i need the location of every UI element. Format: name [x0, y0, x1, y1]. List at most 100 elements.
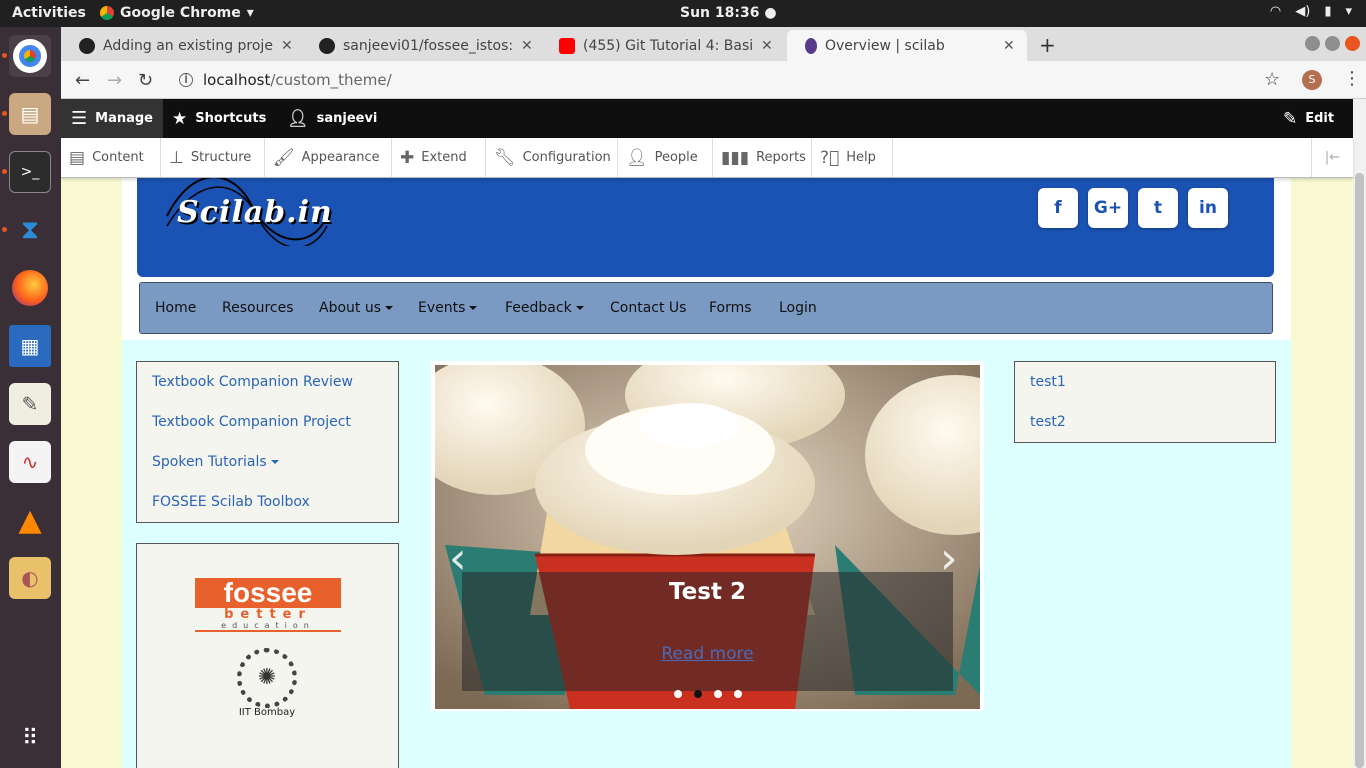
shortcuts-button[interactable]: ★ Shortcuts — [162, 99, 276, 138]
page-scrollbar[interactable] — [1353, 99, 1366, 768]
link-fossee-scilab-toolbox[interactable]: FOSSEE Scilab Toolbox — [152, 494, 310, 510]
tab-title: (455) Git Tutorial 4: Basic G — [583, 37, 753, 54]
carousel-indicator-active[interactable] — [694, 690, 702, 698]
edit-label: Edit — [1305, 111, 1335, 126]
carousel-indicator[interactable] — [734, 690, 742, 698]
writer-icon[interactable]: ▦ — [9, 325, 51, 367]
close-icon[interactable]: ✕ — [521, 38, 533, 54]
document-viewer-icon[interactable]: ∿ — [9, 441, 51, 483]
youtube-icon — [559, 37, 575, 54]
scrollbar-thumb[interactable] — [1355, 173, 1364, 768]
linkedin-icon[interactable]: in — [1188, 188, 1228, 228]
nav-events[interactable]: Events — [418, 300, 478, 316]
kebab-menu-icon[interactable]: ⋮ — [1343, 68, 1361, 89]
hamburger-icon: ☰ — [71, 108, 88, 129]
carousel-indicator[interactable] — [714, 690, 722, 698]
back-icon[interactable]: ← — [75, 70, 90, 91]
close-icon[interactable]: ✕ — [761, 38, 773, 54]
url-input[interactable]: i localhost/custom_theme/ — [175, 66, 1285, 94]
fossee-logo[interactable]: fossee better education — [195, 578, 341, 632]
document-icon: ▤ — [69, 147, 86, 168]
nav-resources[interactable]: Resources — [222, 300, 294, 316]
close-window-button[interactable] — [1345, 36, 1360, 51]
github-icon — [79, 37, 95, 54]
carousel-indicator[interactable] — [674, 690, 682, 698]
maximize-button[interactable] — [1325, 36, 1340, 51]
clock[interactable]: Sun 18:36 ● — [680, 5, 777, 21]
manage-button[interactable]: ☰ Manage — [61, 99, 163, 138]
url-path: /custom_theme/ — [270, 71, 392, 89]
fossee-tagline-2: education — [195, 621, 341, 632]
google-plus-icon[interactable]: G+ — [1088, 188, 1128, 228]
admin-tray: ▤ Content ⊥ Structure 🖌︎ Appearance ✚ Extend… — [61, 138, 1353, 178]
tray-configuration[interactable]: 🔧︎ Configuration — [486, 138, 618, 177]
user-button[interactable]: 👤︎ sanjeevi — [277, 99, 387, 138]
new-tab-button[interactable]: + — [1039, 33, 1056, 57]
link-textbook-companion-review[interactable]: Textbook Companion Review — [152, 374, 353, 390]
partners-block: fossee better education ✺ IIT Bombay — [136, 543, 399, 768]
bookmark-star-icon[interactable]: ☆ — [1264, 69, 1280, 90]
chrome-icon — [100, 6, 114, 20]
iit-bombay-emblem-icon: ✺ — [237, 648, 297, 708]
tab-scilab-overview[interactable]: Overview | scilab ✕ — [787, 30, 1027, 61]
facebook-icon[interactable]: f — [1038, 188, 1078, 228]
tray-extend[interactable]: ✚ Extend — [392, 138, 486, 177]
chrome-icon[interactable] — [9, 35, 51, 77]
close-icon[interactable]: ✕ — [281, 38, 293, 54]
read-more-link[interactable]: Read more — [462, 644, 953, 664]
system-top-bar: Activities Google Chrome ▾ Sun 18:36 ● ◠… — [0, 0, 1366, 27]
tab-youtube[interactable]: (455) Git Tutorial 4: Basic G ✕ — [541, 30, 785, 61]
tray-label: Structure — [190, 150, 252, 165]
text-editor-icon[interactable]: ✎ — [9, 383, 51, 425]
link-textbook-companion-project[interactable]: Textbook Companion Project — [152, 414, 351, 430]
vscode-icon[interactable]: ⧗ — [9, 209, 51, 251]
info-icon[interactable]: i — [179, 73, 193, 87]
firefox-icon[interactable] — [9, 267, 51, 309]
chevron-right-icon[interactable]: › — [940, 533, 958, 584]
forward-icon[interactable]: → — [107, 70, 122, 91]
nav-feedback[interactable]: Feedback — [505, 300, 584, 316]
tray-help[interactable]: ?⃝ Help — [812, 138, 893, 177]
vlc-icon[interactable]: ▲ — [9, 499, 51, 541]
edit-button[interactable]: ✎ Edit — [1273, 99, 1344, 138]
nav-contact-us[interactable]: Contact Us — [610, 300, 686, 316]
link-test2[interactable]: test2 — [1030, 414, 1066, 430]
link-test1[interactable]: test1 — [1030, 374, 1066, 390]
twitter-icon[interactable]: t — [1138, 188, 1178, 228]
caret-down-icon — [575, 306, 584, 310]
drupal-icon — [805, 37, 817, 54]
profile-avatar[interactable]: S — [1302, 70, 1322, 90]
minimize-button[interactable] — [1305, 36, 1320, 51]
files-icon[interactable]: ▤ — [9, 93, 51, 135]
tray-appearance[interactable]: 🖌︎ Appearance — [265, 138, 392, 177]
tab-title: Adding an existing projec — [103, 37, 273, 54]
terminal-icon[interactable]: >_ — [9, 151, 51, 193]
tray-reports[interactable]: ▮▮▮ Reports — [713, 138, 812, 177]
close-icon[interactable]: ✕ — [1003, 38, 1015, 54]
site-logo[interactable]: Scilab.in — [166, 178, 332, 246]
tab-github-2[interactable]: sanjeevi01/fossee_istos: ✕ — [301, 30, 545, 61]
link-spoken-tutorials[interactable]: Spoken Tutorials — [152, 454, 279, 470]
tray-people[interactable]: 👤︎ People — [618, 138, 713, 177]
address-toolbar: ← → ↻ i localhost/custom_theme/ ☆ S ⋮ — [61, 61, 1366, 99]
nav-home[interactable]: Home — [155, 300, 196, 316]
tray-structure[interactable]: ⊥ Structure — [161, 138, 265, 177]
nav-login[interactable]: Login — [779, 300, 817, 316]
system-tray[interactable]: ◠ ◀) ▮ ▾ — [1270, 4, 1352, 19]
reload-icon[interactable]: ↻ — [138, 70, 153, 91]
image-carousel[interactable]: Test 2 Read more ‹ › — [431, 361, 984, 711]
caret-down-icon — [469, 306, 478, 310]
tab-strip: Adding an existing projec ✕ sanjeevi01/f… — [61, 27, 1366, 61]
sitemap-icon: ⊥ — [169, 147, 184, 168]
app-menu[interactable]: Google Chrome ▾ — [100, 5, 254, 21]
link-label: Spoken Tutorials — [152, 454, 267, 470]
nav-forms[interactable]: Forms — [709, 300, 752, 316]
chevron-left-icon[interactable]: ‹ — [449, 533, 467, 584]
activities-button[interactable]: Activities — [12, 5, 86, 21]
tray-content[interactable]: ▤ Content — [61, 138, 161, 177]
nav-about-us[interactable]: About us — [319, 300, 394, 316]
collapse-tray-icon[interactable]: |← — [1311, 138, 1353, 177]
app-grid-icon[interactable]: ⠿ — [9, 717, 51, 759]
image-viewer-icon[interactable]: ◐ — [9, 557, 51, 599]
tab-github-1[interactable]: Adding an existing projec ✕ — [61, 30, 305, 61]
